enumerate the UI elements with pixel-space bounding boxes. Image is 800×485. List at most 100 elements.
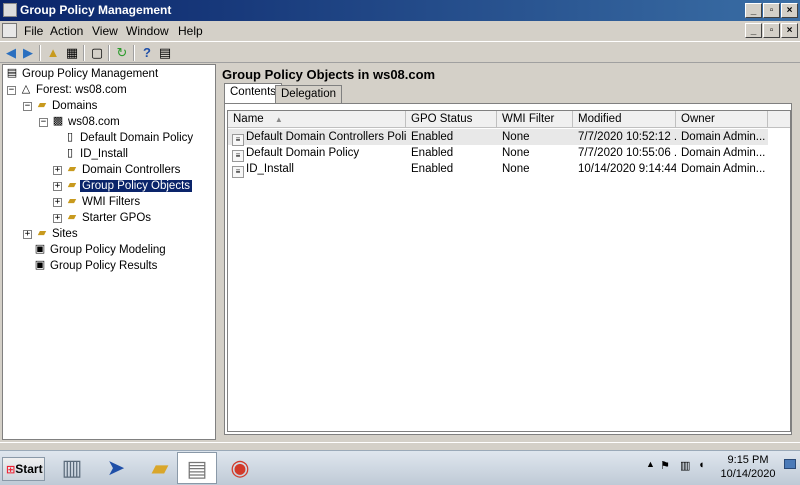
tree-item-sites[interactable]: + ▰ Sites bbox=[21, 226, 80, 242]
tree-label: Starter GPOs bbox=[82, 212, 152, 224]
gpo-status: Enabled bbox=[411, 131, 454, 143]
tree-item-group-policy-objects[interactable]: + ▰ Group Policy Objects bbox=[51, 178, 194, 194]
console-tree: ▤ Group Policy Management − △ Forest: ws… bbox=[2, 64, 216, 440]
new-window-icon[interactable]: ▢ bbox=[89, 45, 105, 61]
explorer-folder-icon[interactable]: ▰ bbox=[140, 452, 180, 484]
expand-toggle[interactable]: + bbox=[53, 198, 62, 207]
action-center-flag-icon[interactable]: ⚑ bbox=[660, 459, 670, 472]
menu-help[interactable]: Help bbox=[178, 24, 203, 38]
tab-delegation[interactable]: Delegation bbox=[275, 85, 342, 103]
collapse-toggle[interactable]: − bbox=[39, 118, 48, 127]
modified: 7/7/2020 10:55:06 ... bbox=[578, 147, 676, 159]
menu-view[interactable]: View bbox=[92, 24, 118, 38]
wmi-filter: None bbox=[502, 131, 530, 143]
chrome-icon[interactable]: ◉ bbox=[220, 452, 260, 484]
tree-item-id-install[interactable]: ▯ ID_Install bbox=[63, 146, 130, 162]
clock-date: 10/14/2020 bbox=[720, 468, 776, 480]
volume-muted-icon[interactable]: ◖ bbox=[698, 459, 705, 471]
collapse-toggle[interactable]: − bbox=[23, 102, 32, 111]
clock-time: 9:15 PM bbox=[727, 454, 769, 466]
wmi-filter: None bbox=[502, 147, 530, 159]
network-icon[interactable]: ▥ bbox=[680, 459, 690, 472]
start-button[interactable]: ⊞Start bbox=[2, 457, 45, 481]
taskbar: ⊞Start ▥ ➤ ▰ ▤ ◉ ▲ ⚑ ▥ ◖ 9:15 PM 10/14/2… bbox=[0, 450, 800, 485]
help-icon[interactable]: ? bbox=[139, 45, 155, 61]
page-title: Group Policy Objects in ws08.com bbox=[222, 67, 436, 82]
child-close-button[interactable]: × bbox=[781, 23, 798, 38]
gpo-name: Default Domain Policy bbox=[246, 147, 360, 159]
back-arrow-icon[interactable]: ◀ bbox=[3, 45, 19, 61]
app-icon bbox=[3, 3, 17, 17]
properties-icon[interactable]: ▤ bbox=[157, 45, 173, 61]
tree-item-forest[interactable]: − △ Forest: ws08.com bbox=[5, 82, 129, 98]
gpo-name: ID_Install bbox=[246, 163, 294, 175]
modified: 10/14/2020 9:14:44... bbox=[578, 163, 676, 175]
expand-toggle[interactable]: + bbox=[53, 182, 62, 191]
tree-item-wmi-filters[interactable]: + ▰ WMI Filters bbox=[51, 194, 142, 210]
tree-label: Domain Controllers bbox=[82, 164, 181, 176]
child-restore-button[interactable]: ▫ bbox=[763, 23, 780, 38]
menu-action[interactable]: Action bbox=[50, 24, 83, 38]
owner: Domain Admin... bbox=[681, 163, 766, 175]
modified: 7/7/2020 10:52:12 ... bbox=[578, 131, 676, 143]
tree-item-results[interactable]: ▣ Group Policy Results bbox=[33, 258, 159, 274]
group-policy-icon[interactable]: ▤ bbox=[177, 452, 217, 484]
forward-arrow-icon[interactable]: ▶ bbox=[20, 45, 36, 61]
windows-logo-icon: ⊞ bbox=[6, 464, 16, 476]
column-header-gpo-status[interactable]: GPO Status bbox=[406, 111, 497, 128]
sort-ascending-icon: ▲ bbox=[274, 115, 283, 124]
results-icon: ▣ bbox=[34, 259, 46, 271]
show-hide-tree-icon[interactable]: ▦ bbox=[64, 45, 80, 61]
tree-label: Group Policy Objects bbox=[78, 179, 194, 193]
expand-toggle[interactable]: + bbox=[53, 166, 62, 175]
folder-icon: ▰ bbox=[67, 179, 77, 191]
tree-item-domains[interactable]: − ▰ Domains bbox=[21, 98, 99, 114]
menu-window[interactable]: Window bbox=[126, 24, 169, 38]
table-row[interactable]: ≡ Default Domain Controllers Policy Enabl… bbox=[228, 129, 768, 146]
gpo-list[interactable]: Name ▲ GPO Status WMI Filter Modified Ow… bbox=[227, 110, 791, 432]
maximize-button[interactable]: ▫ bbox=[763, 3, 780, 18]
tree-item-modeling[interactable]: ▣ Group Policy Modeling bbox=[33, 242, 168, 258]
gpo-status: Enabled bbox=[411, 147, 454, 159]
collapse-toggle[interactable]: − bbox=[7, 86, 16, 95]
column-header-name[interactable]: Name ▲ bbox=[228, 111, 406, 128]
start-label: Start bbox=[15, 462, 43, 476]
expand-toggle[interactable]: + bbox=[53, 214, 62, 223]
tree-item-default-domain-policy[interactable]: ▯ Default Domain Policy bbox=[63, 130, 195, 146]
mdi-child-icon[interactable] bbox=[2, 23, 17, 38]
tab-contents[interactable]: Contents bbox=[224, 83, 283, 103]
powershell-icon[interactable]: ➤ bbox=[96, 452, 136, 484]
folder-icon: ▰ bbox=[37, 227, 47, 239]
clock[interactable]: 9:15 PM 10/14/2020 bbox=[714, 453, 782, 481]
table-row[interactable]: ≡ ID_Install Enabled None 10/14/2020 9:14… bbox=[228, 161, 768, 178]
menu-bar: File Action View Window Help _ ▫ × bbox=[0, 21, 800, 41]
column-header-wmi-filter[interactable]: WMI Filter bbox=[497, 111, 573, 128]
show-hidden-icons-icon[interactable]: ▲ bbox=[646, 459, 655, 469]
tree-label: Sites bbox=[52, 228, 78, 240]
expand-toggle[interactable]: + bbox=[23, 230, 32, 239]
tree-item-domain-controllers[interactable]: + ▰ Domain Controllers bbox=[51, 162, 182, 178]
toolbar-separator bbox=[133, 45, 135, 61]
show-desktop-icon[interactable] bbox=[784, 459, 796, 469]
column-header-owner[interactable]: Owner bbox=[676, 111, 768, 128]
forest-icon: △ bbox=[21, 83, 31, 95]
menu-file[interactable]: File bbox=[24, 24, 43, 38]
child-minimize-button[interactable]: _ bbox=[745, 23, 762, 38]
wmi-filter: None bbox=[502, 163, 530, 175]
tree-label: Group Policy Modeling bbox=[50, 244, 166, 256]
tree-item-domain[interactable]: − ▩ ws08.com bbox=[37, 114, 122, 130]
gpo-link-icon: ▯ bbox=[66, 131, 74, 143]
tree-label: Group Policy Management bbox=[22, 68, 159, 80]
table-row[interactable]: ≡ Default Domain Policy Enabled None 7/7/… bbox=[228, 145, 768, 162]
owner: Domain Admin... bbox=[681, 131, 766, 143]
minimize-button[interactable]: _ bbox=[745, 3, 762, 18]
gpmc-icon: ▤ bbox=[6, 67, 18, 79]
tree-item-starter-gpos[interactable]: + ▰ Starter GPOs bbox=[51, 210, 153, 226]
up-folder-icon[interactable]: ▲ bbox=[45, 45, 61, 61]
column-header-filler bbox=[768, 111, 790, 128]
refresh-icon[interactable]: ↻ bbox=[114, 45, 130, 61]
tree-item-root[interactable]: ▤ Group Policy Management bbox=[5, 66, 160, 82]
server-manager-icon[interactable]: ▥ bbox=[52, 452, 92, 484]
close-button[interactable]: × bbox=[781, 3, 798, 18]
column-header-modified[interactable]: Modified bbox=[573, 111, 676, 128]
